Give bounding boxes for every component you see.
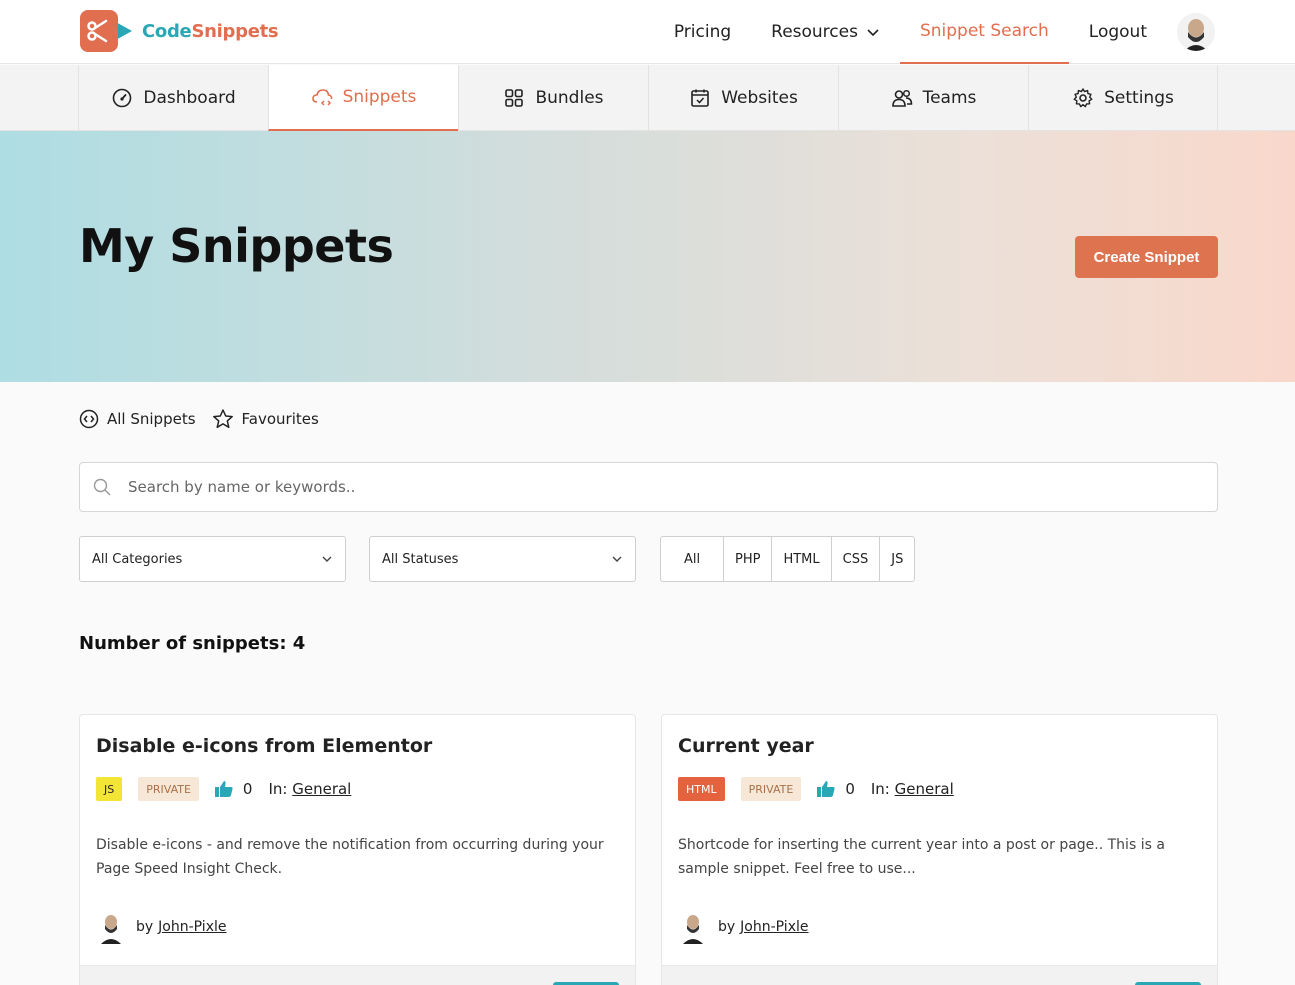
category-link[interactable]: General — [895, 780, 954, 798]
chevron-down-icon — [612, 556, 622, 562]
lang-filter-js[interactable]: JS — [879, 537, 914, 581]
chevron-down-icon — [867, 29, 879, 37]
user-avatar[interactable] — [1177, 13, 1215, 51]
likes-count: 0 — [845, 780, 855, 798]
main-menu: Pricing Resources Snippet Search Logout — [654, 0, 1295, 64]
language-badge: HTML — [678, 777, 725, 801]
language-badge: JS — [96, 777, 123, 801]
page-hero: My Snippets Create Snippet — [0, 131, 1295, 382]
tab-bundles[interactable]: Bundles — [458, 65, 648, 131]
view-all-snippets[interactable]: All Snippets — [79, 409, 196, 429]
thumbs-up-icon — [214, 781, 233, 797]
browser-window-icon — [691, 89, 709, 107]
lang-filter-all[interactable]: All — [661, 537, 723, 581]
nav-snippet-search[interactable]: Snippet Search — [899, 0, 1069, 64]
card-footer — [80, 965, 635, 985]
snippet-author: by John-Pixle — [96, 910, 226, 944]
create-snippet-button[interactable]: Create Snippet — [1075, 236, 1218, 278]
dashboard-gauge-icon — [113, 88, 132, 108]
snippet-card[interactable]: Disable e-icons from Elementor JS PRIVAT… — [79, 714, 636, 985]
snippet-count: Number of snippets: 4 — [79, 633, 306, 654]
nav-logout[interactable]: Logout — [1069, 0, 1167, 64]
nav-resources[interactable]: Resources — [751, 0, 900, 64]
lang-filter-php[interactable]: PHP — [723, 537, 771, 581]
snippet-author: by John-Pixle — [678, 910, 808, 944]
category-select-value: All Categories — [92, 551, 183, 567]
snippet-description: Shortcode for inserting the current year… — [678, 837, 1165, 877]
nav-pricing[interactable]: Pricing — [654, 0, 751, 64]
lang-filter-css[interactable]: CSS — [830, 537, 880, 581]
thumbs-up-icon — [817, 781, 835, 797]
card-footer — [662, 965, 1217, 985]
tab-websites[interactable]: Websites — [648, 65, 838, 131]
star-icon — [212, 409, 233, 429]
status-select[interactable]: All Statuses — [369, 536, 636, 582]
author-link[interactable]: John-Pixle — [740, 919, 808, 935]
tab-settings[interactable]: Settings — [1028, 65, 1218, 131]
category-select[interactable]: All Categories — [79, 536, 346, 582]
author-avatar — [683, 915, 703, 944]
search-icon — [93, 478, 111, 496]
likes-count: 0 — [242, 780, 253, 798]
snippet-title[interactable]: Current year — [678, 735, 814, 757]
author-avatar — [101, 915, 121, 944]
page-title: My Snippets — [79, 219, 394, 273]
snippet-card[interactable]: Current year HTML PRIVATE 0 In: General … — [661, 714, 1218, 985]
likes[interactable]: 0 — [817, 780, 855, 798]
cloud-code-icon — [311, 89, 332, 106]
visibility-badge: PRIVATE — [740, 777, 802, 801]
snippet-title[interactable]: Disable e-icons from Elementor — [96, 735, 432, 757]
status-select-value: All Statuses — [382, 551, 459, 567]
snippet-views: All Snippets Favourites — [79, 408, 319, 430]
language-filter: All PHP HTML CSS JS — [660, 536, 916, 582]
category-link[interactable]: General — [292, 780, 351, 798]
snippet-meta: JS PRIVATE 0 In: General — [96, 777, 351, 801]
brand-logo[interactable]: CodeSnippets — [80, 8, 279, 54]
tab-snippets[interactable]: Snippets — [268, 65, 458, 131]
users-icon — [891, 89, 912, 107]
search-box — [79, 462, 1218, 512]
brand-name: CodeSnippets — [142, 20, 279, 42]
lang-filter-html[interactable]: HTML — [771, 537, 830, 581]
view-favourites[interactable]: Favourites — [212, 408, 319, 430]
author-link[interactable]: John-Pixle — [158, 919, 226, 935]
code-circle-icon — [79, 409, 99, 429]
tab-teams[interactable]: Teams — [838, 65, 1028, 131]
snippet-meta: HTML PRIVATE 0 In: General — [678, 777, 954, 801]
tab-dashboard[interactable]: Dashboard — [78, 65, 268, 131]
likes[interactable]: 0 — [214, 780, 253, 798]
top-navigation-bar: CodeSnippets Pricing Resources Snippet S… — [0, 0, 1295, 64]
grid-icon — [505, 89, 524, 107]
gear-icon — [1073, 88, 1093, 108]
snippet-category: In: General — [870, 780, 954, 798]
logo-icon — [80, 8, 136, 54]
snippet-category: In: General — [268, 780, 352, 798]
section-tabs: Dashboard Snippets Bundles Websites Team… — [0, 65, 1295, 131]
chevron-down-icon — [322, 556, 332, 562]
snippet-description: Disable e-icons - and remove the notific… — [96, 837, 604, 877]
search-input[interactable] — [128, 478, 1128, 496]
visibility-badge: PRIVATE — [138, 777, 199, 801]
